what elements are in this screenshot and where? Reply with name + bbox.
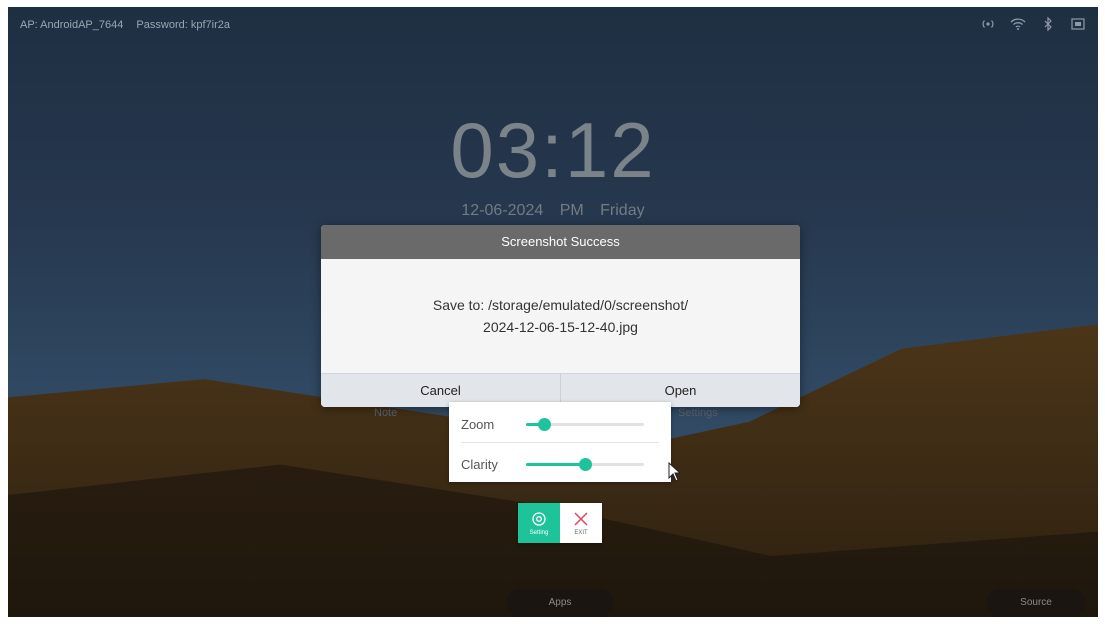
gear-icon <box>532 511 546 526</box>
zoom-label: Zoom <box>461 416 495 432</box>
mouse-pointer-icon <box>668 462 682 482</box>
date-line: 12-06-2024 PM Friday <box>8 202 1098 220</box>
zoom-slider[interactable] <box>526 417 644 431</box>
close-icon <box>574 511 588 526</box>
exit-label: EXIT <box>574 529 588 536</box>
save-path-line: Save to: /storage/emulated/0/screenshot/ <box>432 297 689 313</box>
apps-button[interactable]: Apps <box>506 589 614 617</box>
file-name-line: 2024-12-06-15-12-40.jpg <box>483 319 638 335</box>
setting-label: Setting <box>529 529 549 536</box>
zoom-slider-handle[interactable] <box>537 417 551 431</box>
status-icons <box>980 16 1086 34</box>
network-info: AP: AndroidAP_7644 Password: kpf7ir2a <box>20 19 240 31</box>
clarity-slider-handle[interactable] <box>579 457 592 471</box>
clarity-slider-fill <box>526 462 585 466</box>
clarity-slider[interactable] <box>526 457 644 471</box>
screenshot-dialog: Screenshot Success Save to: /storage/emu… <box>321 225 800 407</box>
weekday: Friday <box>600 202 645 219</box>
exit-button[interactable]: EXIT <box>560 503 602 543</box>
floating-toolbox: Setting EXIT <box>518 503 602 543</box>
dialog-message: Save to: /storage/emulated/0/screenshot/… <box>321 259 800 373</box>
source-button[interactable]: Source <box>986 589 1086 617</box>
zoom-row: Zoom <box>461 404 659 444</box>
ap-name: AP: AndroidAP_7644 <box>20 19 124 31</box>
screen-icon[interactable] <box>1070 17 1086 34</box>
settings-shortcut-label[interactable]: Settings <box>678 407 718 419</box>
setting-button[interactable]: Setting <box>518 503 560 543</box>
clarity-label: Clarity <box>461 456 498 472</box>
hotspot-icon[interactable] <box>980 17 996 34</box>
note-shortcut-label[interactable]: Note <box>374 407 397 419</box>
panel-divider <box>461 442 659 443</box>
bluetooth-icon[interactable] <box>1040 16 1056 34</box>
dialog-title: Screenshot Success <box>321 225 800 259</box>
date: 12-06-2024 <box>461 202 544 219</box>
ap-password: Password: kpf7ir2a <box>136 19 230 31</box>
clarity-row: Clarity <box>461 444 659 484</box>
zoom-clarity-panel: Zoom Clarity <box>449 402 671 482</box>
clock-time: 03:12 <box>450 106 656 194</box>
am-pm: PM <box>559 202 584 219</box>
wifi-icon[interactable] <box>1010 17 1026 34</box>
